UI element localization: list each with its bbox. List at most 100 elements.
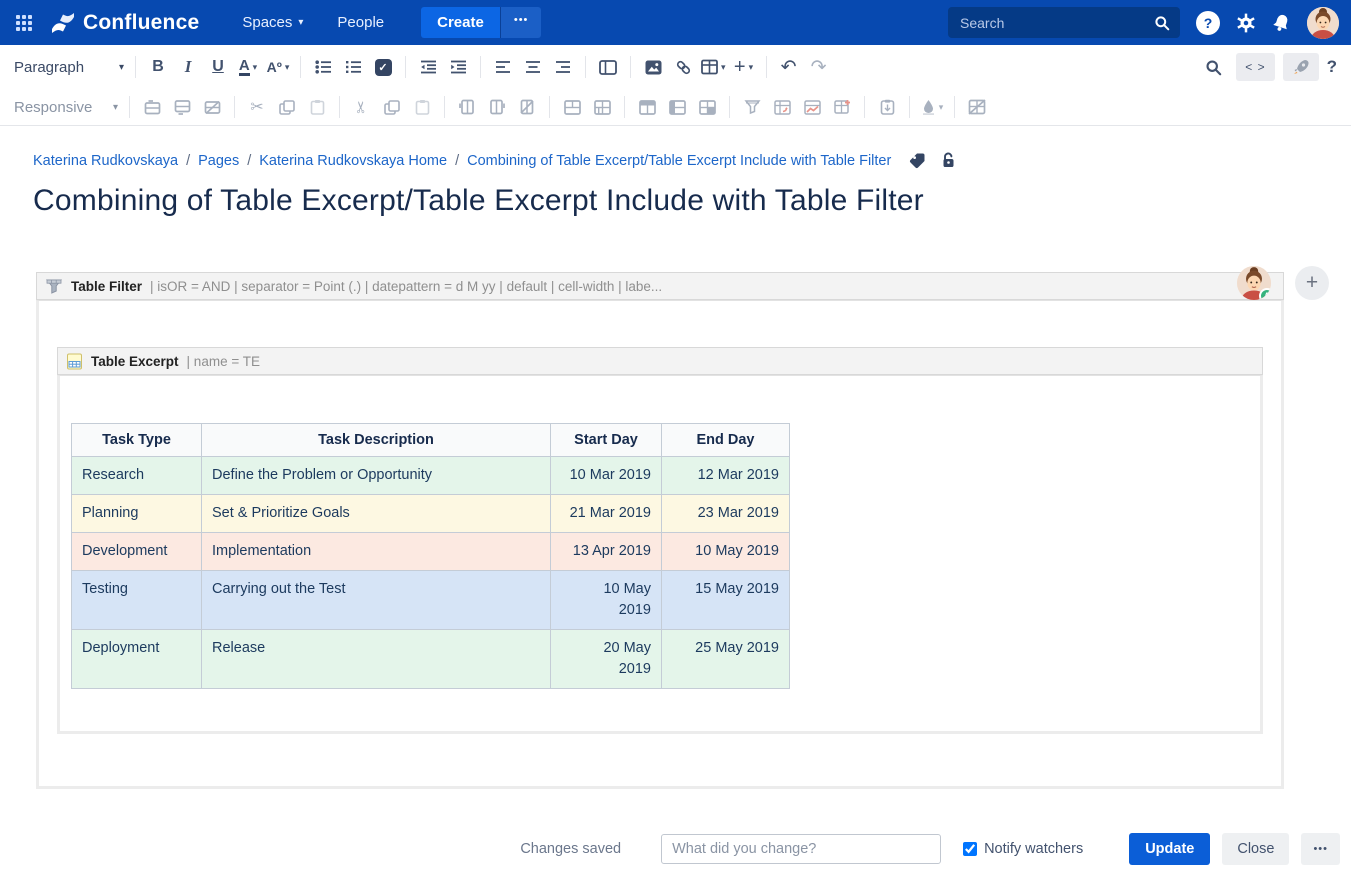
table-cell[interactable]: 10 May 2019 <box>551 571 662 630</box>
breadcrumb-link-home[interactable]: Katerina Rudkovskaya Home <box>259 153 447 169</box>
notifications-button[interactable] <box>1272 13 1291 32</box>
page-title[interactable]: Combining of Table Excerpt/Table Excerpt… <box>33 184 1351 218</box>
bold-button[interactable]: B <box>143 52 173 82</box>
copy-button[interactable] <box>377 92 407 122</box>
align-center-button[interactable] <box>518 52 548 82</box>
underline-button[interactable]: U <box>203 52 233 82</box>
unlock-icon[interactable] <box>940 152 957 169</box>
align-left-button[interactable] <box>488 52 518 82</box>
table-cell[interactable]: 23 Mar 2019 <box>662 495 790 533</box>
pivot-table-button[interactable] <box>767 92 797 122</box>
heading-column-button[interactable] <box>662 92 692 122</box>
table-cell[interactable]: 10 Mar 2019 <box>551 457 662 495</box>
paste-table-button[interactable] <box>872 92 902 122</box>
indent-button[interactable] <box>443 52 473 82</box>
merge-cells-button[interactable] <box>557 92 587 122</box>
add-button[interactable]: + <box>1295 266 1329 300</box>
paragraph-style-dropdown[interactable]: Paragraph▾ <box>10 52 128 82</box>
cell-color-button[interactable]: ▾ <box>917 92 947 122</box>
split-cells-button[interactable] <box>587 92 617 122</box>
table-cell[interactable]: Release <box>202 630 551 689</box>
table-cell[interactable]: Define the Problem or Opportunity <box>202 457 551 495</box>
close-button[interactable]: Close <box>1222 833 1289 865</box>
confluence-logo[interactable]: Confluence <box>50 10 199 36</box>
page-layout-button[interactable] <box>593 52 623 82</box>
breadcrumb-link-pages[interactable]: Pages <box>198 153 239 169</box>
breadcrumb-link-current[interactable]: Combining of Table Excerpt/Table Excerpt… <box>467 153 891 169</box>
undo-button[interactable]: ↶ <box>774 52 804 82</box>
table-cell[interactable]: Deployment <box>72 630 202 689</box>
outdent-button[interactable] <box>413 52 443 82</box>
table-cell[interactable]: 15 May 2019 <box>662 571 790 630</box>
align-right-button[interactable] <box>548 52 578 82</box>
table-cell[interactable]: 20 May 2019 <box>551 630 662 689</box>
cut-row-button[interactable]: ✂ <box>242 92 272 122</box>
breadcrumb-link-space[interactable]: Katerina Rudkovskaya <box>33 153 178 169</box>
labels-tag-icon[interactable] <box>909 152 926 169</box>
launch-rocket-button[interactable] <box>1283 53 1319 81</box>
profile-avatar[interactable] <box>1307 7 1339 39</box>
update-button[interactable]: Update <box>1129 833 1210 865</box>
column-header[interactable]: Start Day <box>551 424 662 457</box>
source-editor-button[interactable]: < > <box>1236 53 1274 81</box>
table-cell[interactable]: 10 May 2019 <box>662 533 790 571</box>
delete-column-button[interactable] <box>512 92 542 122</box>
paste-button[interactable] <box>407 92 437 122</box>
footer-more-button[interactable]: ••• <box>1301 833 1340 865</box>
notify-watchers-checkbox[interactable] <box>963 842 977 856</box>
table-cell[interactable]: 21 Mar 2019 <box>551 495 662 533</box>
column-header[interactable]: End Day <box>662 424 790 457</box>
help-button[interactable]: ? <box>1196 11 1220 35</box>
insert-row-above-button[interactable] <box>137 92 167 122</box>
more-formatting-button[interactable]: Aº▾ <box>263 52 293 82</box>
remove-table-button[interactable] <box>962 92 992 122</box>
table-cell[interactable]: Planning <box>72 495 202 533</box>
table-cell[interactable]: Implementation <box>202 533 551 571</box>
insert-column-before-button[interactable] <box>452 92 482 122</box>
table-cell[interactable]: 13 Apr 2019 <box>551 533 662 571</box>
editing-user-avatar[interactable]: A <box>1237 266 1271 300</box>
text-color-button[interactable]: A▾ <box>233 52 263 82</box>
app-switcher-icon[interactable] <box>16 15 32 31</box>
create-button[interactable]: Create <box>421 7 500 38</box>
cut-button[interactable]: ✂ <box>347 92 377 122</box>
editor-help-button[interactable]: ? <box>1327 57 1337 77</box>
settings-button[interactable] <box>1236 13 1256 33</box>
new-inline-table-button[interactable] <box>827 92 857 122</box>
table-cell[interactable]: Set & Prioritize Goals <box>202 495 551 533</box>
insert-column-after-button[interactable] <box>482 92 512 122</box>
find-replace-button[interactable] <box>1198 52 1228 82</box>
column-header[interactable]: Task Type <box>72 424 202 457</box>
bullet-list-button[interactable] <box>308 52 338 82</box>
table-cell[interactable]: 25 May 2019 <box>662 630 790 689</box>
heading-row-button[interactable] <box>632 92 662 122</box>
nav-spaces[interactable]: Spaces▾ <box>229 14 316 31</box>
table-cell[interactable]: 12 Mar 2019 <box>662 457 790 495</box>
paste-row-button[interactable] <box>302 92 332 122</box>
filter-table-button[interactable] <box>737 92 767 122</box>
insert-link-button[interactable] <box>668 52 698 82</box>
task-list-button[interactable]: ✓ <box>368 52 398 82</box>
header-search-input[interactable] <box>948 7 1180 38</box>
table-excerpt-macro-header[interactable]: Table Excerpt | name = TE <box>57 347 1263 375</box>
change-comment-input[interactable] <box>661 834 941 864</box>
table-filter-macro-header[interactable]: Table Filter | isOR = AND | separator = … <box>36 272 1284 300</box>
insert-row-below-button[interactable] <box>167 92 197 122</box>
chart-from-table-button[interactable] <box>797 92 827 122</box>
insert-more-button[interactable]: +▾ <box>729 52 759 82</box>
heading-cell-button[interactable] <box>692 92 722 122</box>
insert-image-button[interactable] <box>638 52 668 82</box>
delete-row-button[interactable] <box>197 92 227 122</box>
table-cell[interactable]: Carrying out the Test <box>202 571 551 630</box>
table-mode-dropdown[interactable]: Responsive▾ <box>10 92 122 122</box>
column-header[interactable]: Task Description <box>202 424 551 457</box>
insert-table-button[interactable]: ▾ <box>698 52 729 82</box>
table-cell[interactable]: Testing <box>72 571 202 630</box>
nav-people[interactable]: People <box>324 14 397 31</box>
table-cell[interactable]: Research <box>72 457 202 495</box>
table-cell[interactable]: Development <box>72 533 202 571</box>
header-more-button[interactable]: ••• <box>500 7 542 38</box>
numbered-list-button[interactable] <box>338 52 368 82</box>
italic-button[interactable]: I <box>173 52 203 82</box>
copy-row-button[interactable] <box>272 92 302 122</box>
